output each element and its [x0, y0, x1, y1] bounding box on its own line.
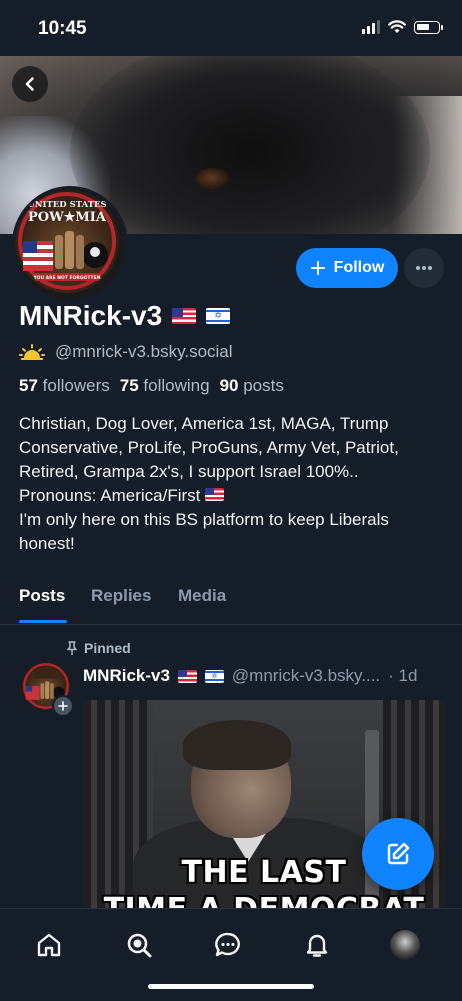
bio-line: I'm only here on this BS platform to kee… — [19, 510, 389, 553]
profile-stats: 57 followers 75 following 90 posts — [19, 376, 284, 396]
cellular-signal-icon — [362, 20, 380, 34]
sun-icon — [19, 344, 45, 360]
avatar-text-bottom: YOU ARE NOT FORGOTTEN — [33, 275, 101, 281]
us-flag-icon — [172, 308, 197, 324]
tab-replies[interactable]: Replies — [91, 586, 151, 606]
us-flag-icon — [205, 488, 225, 501]
pinned-label: Pinned — [84, 640, 131, 656]
posts-label: posts — [243, 376, 284, 395]
user-avatar — [390, 930, 420, 960]
search-icon — [127, 933, 152, 958]
us-flag-icon — [177, 669, 197, 683]
compose-button[interactable] — [362, 818, 434, 890]
followers-count: 57 — [19, 376, 38, 395]
nav-home[interactable] — [29, 925, 69, 965]
avatar-text-mid: POW★MIA — [28, 210, 107, 225]
post-header: MNRick-v3 @mnrick-v3.bsky.... · 1d — [83, 666, 453, 686]
profile-tabs: Posts Replies Media — [0, 580, 462, 625]
posts-stat: 90 posts — [220, 376, 284, 396]
nav-profile[interactable] — [385, 925, 425, 965]
avatar-text-top: UNITED STATES — [27, 200, 106, 210]
profile-handle[interactable]: @mnrick-v3.bsky.social — [55, 342, 233, 362]
post-timestamp[interactable]: · 1d — [388, 666, 417, 686]
chevron-left-icon — [25, 77, 34, 91]
follow-author-badge[interactable] — [52, 695, 74, 717]
wifi-icon — [388, 20, 406, 33]
profile-display-name: MNRick-v3 — [19, 300, 163, 331]
chat-icon — [215, 932, 240, 957]
bell-icon — [306, 934, 328, 957]
follow-button[interactable]: Follow — [296, 248, 398, 288]
bio-line: Christian, Dog Lover, America 1st, MAGA,… — [19, 414, 399, 481]
post-author-name[interactable]: MNRick-v3 — [83, 666, 170, 686]
back-button[interactable] — [12, 66, 48, 102]
dog-eye — [196, 168, 230, 190]
profile-handle-row: @mnrick-v3.bsky.social — [19, 342, 233, 362]
nav-search[interactable] — [119, 925, 159, 965]
nav-chat[interactable] — [208, 925, 248, 965]
pencil-icon — [387, 842, 410, 865]
home-icon — [37, 933, 61, 957]
following-label: following — [143, 376, 210, 395]
battery-icon — [414, 20, 443, 34]
following-link[interactable]: 75 following — [120, 376, 210, 396]
more-options-button[interactable] — [404, 248, 444, 288]
followers-link[interactable]: 57 followers — [19, 376, 110, 396]
following-count: 75 — [119, 376, 139, 395]
profile-bio: Christian, Dog Lover, America 1st, MAGA,… — [19, 412, 449, 556]
tab-posts[interactable]: Posts — [19, 586, 65, 606]
pin-icon — [67, 641, 77, 655]
ellipsis-icon — [416, 266, 432, 270]
status-icons — [362, 20, 443, 34]
pinned-label-row: Pinned — [66, 640, 131, 656]
post-author-handle[interactable]: @mnrick-v3.bsky.... — [232, 666, 380, 686]
plus-icon — [58, 701, 68, 711]
israel-flag-icon — [206, 308, 231, 324]
tab-media[interactable]: Media — [178, 586, 226, 606]
israel-flag-icon — [204, 669, 224, 683]
home-indicator — [148, 984, 314, 989]
status-bar: 10:45 — [0, 0, 462, 56]
profile-avatar[interactable]: UNITED STATES POW★MIA YOU ARE NOT FORGOT… — [12, 186, 128, 302]
profile-name-row: MNRick-v3 — [19, 300, 231, 332]
nav-notifications[interactable] — [297, 925, 337, 965]
bio-pronouns: Pronouns: America/First — [19, 486, 201, 505]
bio-line: Pronouns: America/First — [19, 484, 449, 508]
pow-mia-emblem: UNITED STATES POW★MIA YOU ARE NOT FORGOT… — [15, 189, 119, 293]
follow-label: Follow — [333, 259, 385, 276]
active-tab-indicator — [19, 620, 67, 623]
plus-icon — [310, 261, 325, 275]
posts-count: 90 — [219, 376, 239, 395]
followers-label: followers — [42, 376, 110, 395]
status-time: 10:45 — [38, 18, 87, 39]
